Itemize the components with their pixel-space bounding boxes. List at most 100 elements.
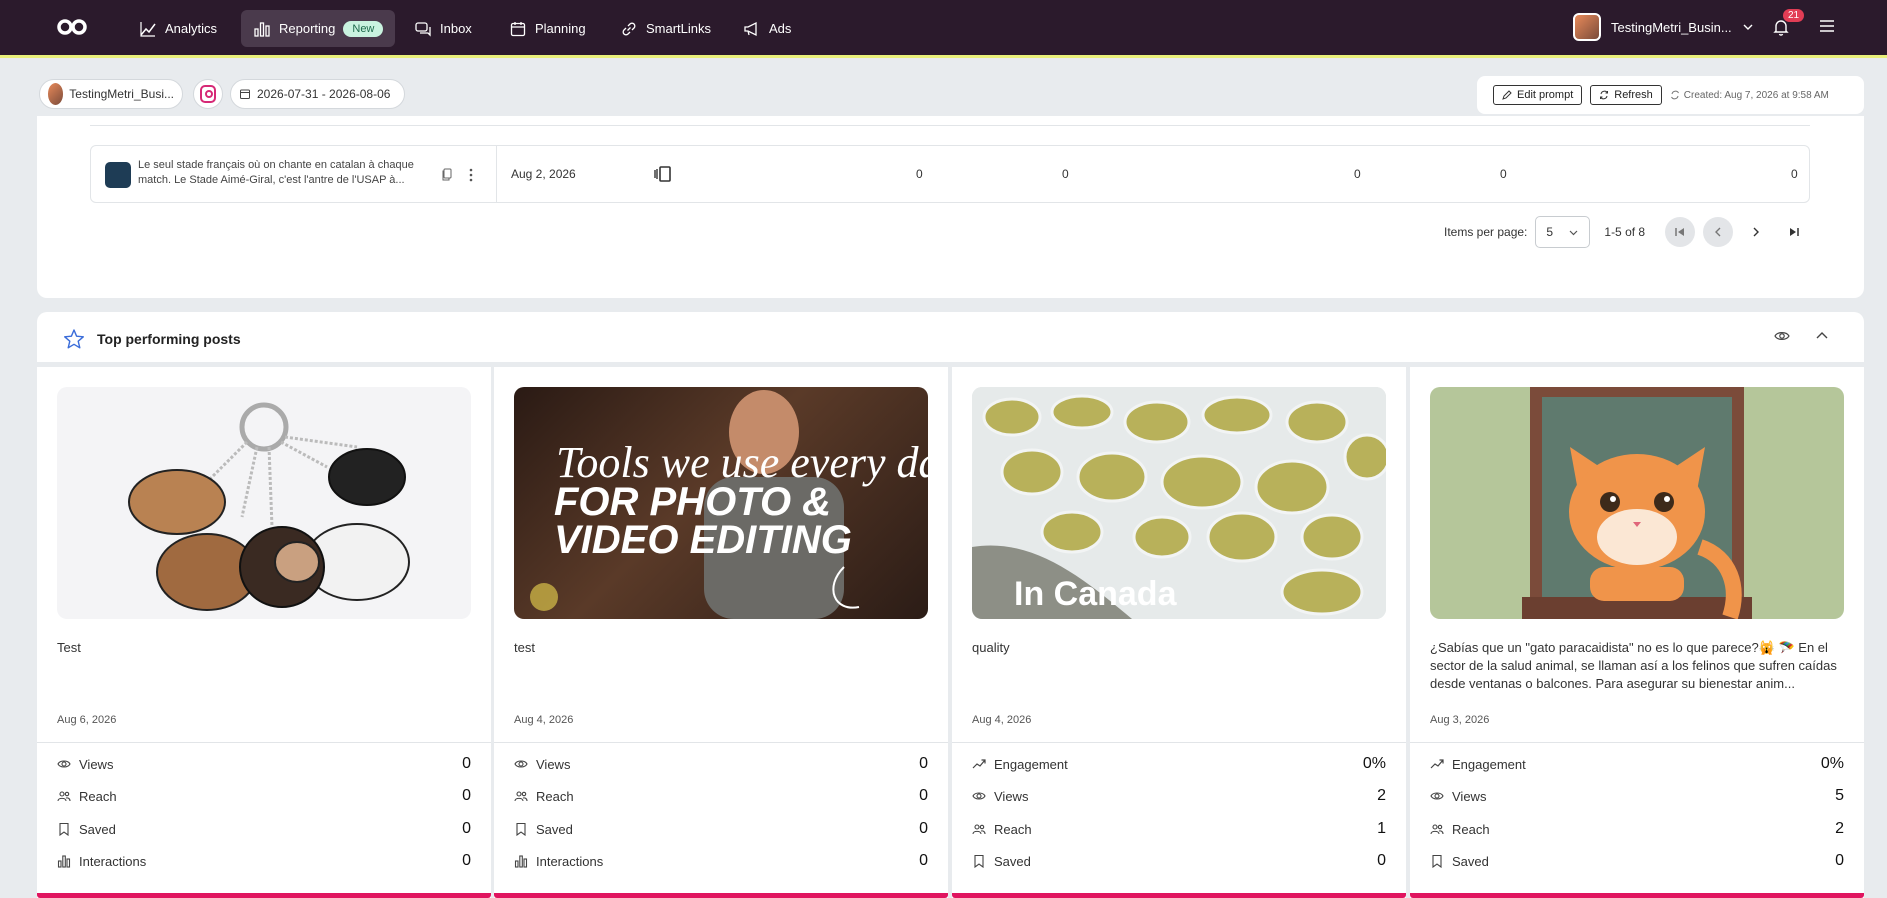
post-card[interactable]: Tools we use every day FOR PHOTO & VIDEO… [494, 367, 948, 898]
nav-analytics[interactable]: Analytics [127, 10, 229, 47]
edit-prompt-label: Edit prompt [1517, 89, 1574, 101]
post-image [1430, 387, 1844, 619]
post-card[interactable]: Test Aug 6, 2026 Views 0 Reach 0 Saved 0… [37, 367, 491, 898]
nav-smartlinks-label: SmartLinks [646, 21, 712, 36]
chevron-up-icon[interactable] [1814, 328, 1830, 344]
eye-icon [514, 760, 528, 768]
metric-row: Interactions 0 [514, 851, 928, 871]
metric-row: Reach 1 [972, 819, 1386, 839]
post-image: In Canada [972, 387, 1386, 619]
metric-label: Views [536, 756, 571, 772]
bar-chart-icon [254, 21, 270, 37]
divider [1410, 742, 1864, 743]
post-thumbnail [105, 162, 131, 188]
sync-icon [1670, 90, 1679, 100]
metric-row: Engagement 0% [1430, 754, 1844, 774]
post-caption: quality [972, 640, 1010, 655]
more-vertical-icon[interactable] [469, 168, 473, 182]
metric-value: 0 [919, 787, 928, 804]
first-page-button[interactable] [1665, 217, 1696, 247]
metric-value: 0 [919, 755, 928, 772]
post-card[interactable]: In Canada quality Aug 4, 2026 Engagement… [952, 367, 1406, 898]
date-range-label: 2026-07-31 - 2026-08-06 [257, 87, 391, 101]
link-icon [622, 22, 636, 35]
carousel-icon [654, 166, 671, 182]
last-page-button[interactable] [1779, 217, 1809, 247]
first-page-icon [1675, 228, 1685, 236]
metric-label: Engagement [994, 756, 1068, 772]
metric-value: 0 [1062, 167, 1069, 181]
nav-smartlinks[interactable]: SmartLinks [608, 10, 723, 47]
edit-prompt-button[interactable]: Edit prompt [1493, 85, 1583, 105]
next-page-button[interactable] [1741, 217, 1771, 247]
people-icon [1430, 824, 1444, 835]
metric-value: 0 [1835, 852, 1844, 869]
metric-label: Views [79, 756, 114, 772]
eye-icon[interactable] [1774, 328, 1790, 344]
metric-value: 0 [916, 167, 923, 181]
refresh-label: Refresh [1614, 89, 1653, 101]
instagram-filter[interactable] [193, 79, 223, 109]
items-per-page-select[interactable]: 5 [1535, 216, 1591, 248]
post-card[interactable]: ¿Sabías que un "gato paracaidista" no es… [1410, 367, 1864, 898]
refresh-button[interactable]: Refresh [1590, 85, 1662, 105]
spotted-lake-photo: In Canada [972, 387, 1386, 619]
pencil-icon [1502, 90, 1512, 100]
metric-value: 0 [462, 852, 471, 869]
metric-value: 0% [1362, 755, 1386, 772]
nav-inbox[interactable]: Inbox [402, 10, 484, 47]
metric-label: Reach [1452, 821, 1490, 837]
nav-inbox-label: Inbox [440, 21, 472, 36]
metric-row: Saved 0 [514, 819, 928, 839]
metric-row: Reach 0 [514, 786, 928, 806]
hamburger-menu-icon[interactable] [1818, 17, 1836, 35]
account-name: TestingMetri_Busin... [1611, 19, 1732, 35]
logo-icon[interactable] [56, 17, 88, 37]
bar-chart-icon [514, 855, 528, 868]
table-row[interactable]: Le seul stade français où on chante en c… [90, 145, 1810, 203]
metric-row: Views 2 [972, 786, 1386, 806]
new-badge: New [343, 20, 384, 37]
date-range-filter[interactable]: 2026-07-31 - 2026-08-06 [230, 79, 405, 109]
card-accent-bar [952, 893, 1406, 898]
pagination: Items per page: 5 1-5 of 8 [1444, 216, 1809, 248]
bar-chart-icon [57, 855, 71, 868]
chevron-down-icon [1569, 230, 1578, 235]
post-date: Aug 2, 2026 [511, 167, 576, 181]
nav-ads[interactable]: Ads [731, 10, 803, 47]
account-switcher[interactable]: TestingMetri_Busin... [1573, 13, 1754, 41]
eye-icon [972, 792, 986, 800]
nav-reporting[interactable]: Reporting New [241, 10, 396, 47]
metric-label: Interactions [536, 853, 604, 869]
nav-planning[interactable]: Planning [497, 10, 598, 47]
account-filter[interactable]: TestingMetri_Busi... [39, 79, 183, 109]
eye-icon [57, 760, 71, 768]
metric-value: 0 [1791, 167, 1798, 181]
metric-label: Saved [994, 853, 1031, 869]
post-caption: ¿Sabías que un "gato paracaidista" no es… [1430, 640, 1837, 691]
created-label: Created: Aug 7, 2026 at 9:58 AM [1683, 89, 1829, 101]
divider [952, 742, 1406, 743]
copy-icon[interactable] [441, 168, 453, 181]
metric-row: Saved 0 [57, 819, 471, 839]
image-text: In Canada [1014, 575, 1178, 613]
eye-icon [1430, 792, 1444, 800]
top-posts-header [37, 312, 1864, 362]
created-timestamp: Created: Aug 7, 2026 at 9:58 AM [1670, 90, 1829, 101]
post-caption: Test [57, 640, 81, 655]
bookmark-icon [516, 822, 526, 836]
metric-row: Engagement 0% [972, 754, 1386, 774]
avatar [48, 83, 64, 105]
nav-reporting-label: Reporting [279, 21, 336, 36]
prev-page-button[interactable] [1703, 217, 1734, 247]
metric-label: Reach [536, 788, 574, 804]
chevron-right-icon [1753, 227, 1760, 237]
metric-label: Saved [1452, 853, 1489, 869]
nav-ads-label: Ads [769, 21, 792, 36]
metric-value: 0 [462, 755, 471, 772]
post-image: Tools we use every day FOR PHOTO & VIDEO… [514, 387, 928, 619]
row-divider [496, 146, 497, 202]
metric-value: 0 [1500, 167, 1507, 181]
post-caption: test [514, 640, 535, 655]
metric-value: 2 [1835, 820, 1844, 837]
